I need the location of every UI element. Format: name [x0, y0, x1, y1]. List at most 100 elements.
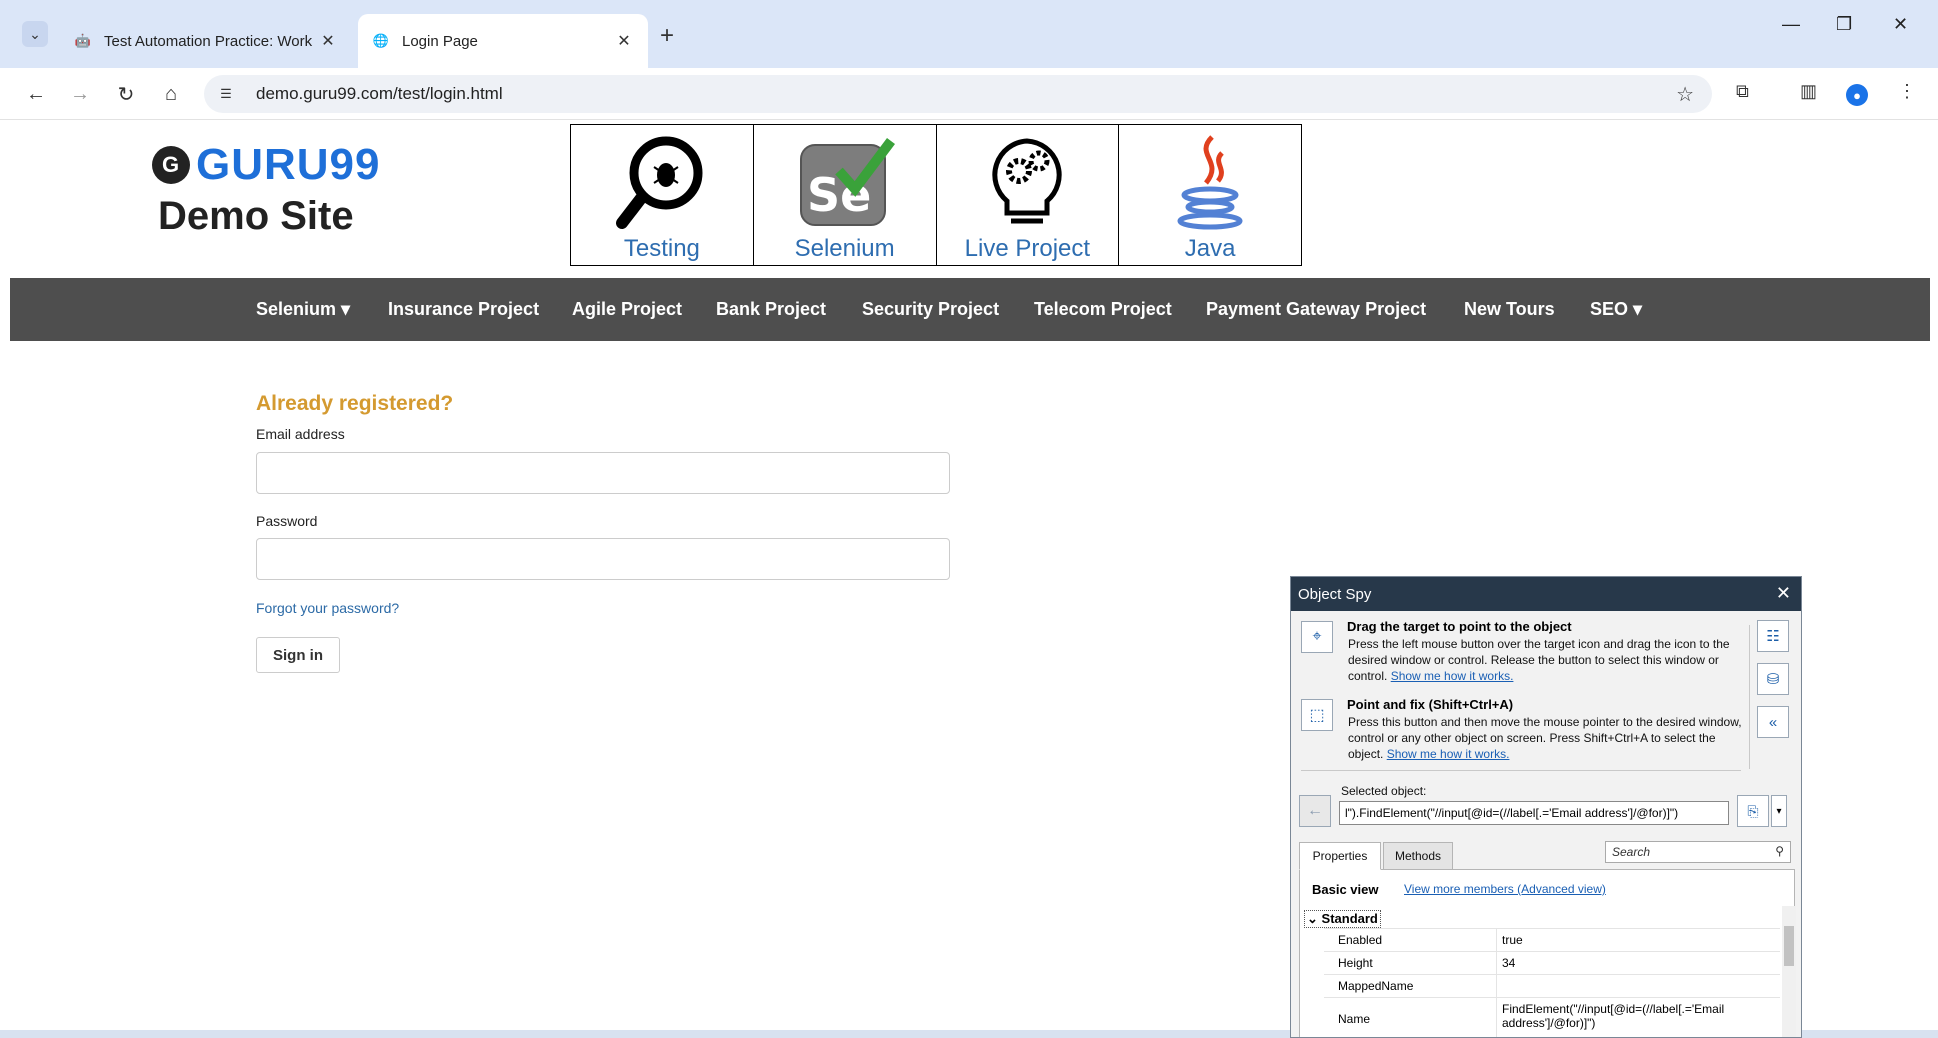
address-bar[interactable]: ☰ demo.guru99.com/test/login.html ☆ — [204, 75, 1712, 113]
home-icon[interactable]: ⌂ — [155, 78, 187, 110]
forgot-password-link[interactable]: Forgot your password? — [256, 600, 399, 616]
back-icon[interactable]: ← — [20, 78, 52, 110]
basic-view-label: Basic view — [1312, 882, 1379, 897]
chevron-down-icon[interactable]: ▾ — [1771, 795, 1787, 827]
banner-live-project[interactable]: Live Project — [937, 125, 1120, 265]
lightbulb-gears-icon — [977, 129, 1077, 233]
logo-subtitle: Demo Site — [158, 194, 354, 238]
browser-toolbar: ← → ↻ ⌂ ☰ demo.guru99.com/test/login.htm… — [0, 68, 1938, 120]
chevron-down-icon: ⌄ — [1307, 911, 1318, 926]
password-field[interactable] — [256, 538, 950, 580]
close-tab-icon[interactable]: ✕ — [318, 31, 338, 51]
divider — [1496, 998, 1497, 1037]
login-heading: Already registered? — [256, 392, 454, 415]
spy-titlebar[interactable]: Object Spy ✕ — [1291, 577, 1801, 611]
java-icon — [1160, 129, 1260, 233]
extensions-icon[interactable]: ⧉ — [1736, 81, 1749, 102]
back-arrow-icon[interactable]: ← — [1299, 795, 1331, 827]
property-row[interactable]: Enabled true — [1324, 928, 1780, 951]
divider — [1496, 929, 1497, 951]
property-row[interactable]: Height 34 — [1324, 951, 1780, 974]
banner-label: Selenium — [794, 235, 895, 262]
property-row[interactable]: Name FindElement("//input[@id=(//label[.… — [1324, 997, 1780, 1037]
scrollbar-thumb[interactable] — [1784, 926, 1794, 966]
drag-help-link[interactable]: Show me how it works. — [1391, 669, 1514, 683]
close-icon[interactable]: ✕ — [1776, 583, 1791, 604]
magnifier-bug-icon — [612, 129, 712, 233]
divider — [1496, 975, 1497, 997]
close-window-icon[interactable]: ✕ — [1893, 14, 1908, 35]
collapse-icon[interactable]: « — [1757, 706, 1789, 738]
url-text[interactable]: demo.guru99.com/test/login.html — [256, 84, 503, 104]
object-tree-icon[interactable]: ☷ — [1757, 620, 1789, 652]
search-input[interactable]: Search ⚲ — [1605, 841, 1791, 863]
banner-selenium[interactable]: Se Selenium — [754, 125, 937, 265]
property-name: Enabled — [1338, 933, 1383, 947]
close-tab-icon[interactable]: ✕ — [614, 31, 634, 51]
browser-tab-bar: ⌄ 🤖 Test Automation Practice: Work ✕ 🌐 L… — [0, 0, 1938, 68]
selected-object-field[interactable]: l").FindElement("//input[@id=(//label[.=… — [1339, 801, 1729, 825]
reload-icon[interactable]: ↻ — [110, 78, 142, 110]
logo-brand-text: GURU99 — [196, 140, 381, 189]
banner-label: Live Project — [964, 235, 1091, 262]
tab-methods[interactable]: Methods — [1383, 842, 1453, 870]
tab-login-page[interactable]: 🌐 Login Page ✕ — [358, 14, 648, 68]
group-label: Standard — [1321, 911, 1378, 926]
copy-icon[interactable]: ⎘ — [1737, 795, 1769, 827]
main-nav: Selenium ▾ Insurance Project Agile Proje… — [10, 278, 1930, 341]
nav-seo[interactable]: SEO ▾ — [1590, 299, 1642, 320]
sign-in-button[interactable]: Sign in — [256, 637, 340, 673]
properties-panel: Basic view View more members (Advanced v… — [1299, 869, 1796, 1037]
robot-favicon-icon: 🤖 — [74, 33, 92, 48]
nav-bank-project[interactable]: Bank Project — [716, 299, 826, 320]
logo-brand: G GURU99 — [152, 140, 381, 190]
nav-agile-project[interactable]: Agile Project — [572, 299, 682, 320]
drag-title: Drag the target to point to the object — [1347, 619, 1572, 634]
nav-telecom-project[interactable]: Telecom Project — [1034, 299, 1172, 320]
divider — [1496, 952, 1497, 974]
nav-selenium[interactable]: Selenium ▾ — [256, 299, 350, 320]
new-tab-icon[interactable]: + — [660, 22, 674, 50]
drag-target-icon[interactable]: ⌖ — [1301, 621, 1333, 653]
side-panel-icon[interactable]: ▥ — [1800, 81, 1817, 102]
drag-description: Press the left mouse button over the tar… — [1348, 637, 1730, 683]
object-spy-window: Object Spy ✕ ⌖ Drag the target to point … — [1290, 576, 1802, 1038]
bookmark-star-icon[interactable]: ☆ — [1676, 82, 1694, 107]
properties-scrollbar[interactable] — [1782, 906, 1796, 1037]
divider — [1749, 625, 1750, 769]
topic-banner: Testing Se Selenium Live Project Java — [570, 124, 1302, 266]
banner-testing[interactable]: Testing — [571, 125, 754, 265]
tab-test-automation[interactable]: 🤖 Test Automation Practice: Work ✕ — [60, 14, 352, 68]
property-name: MappedName — [1338, 979, 1414, 993]
nav-insurance-project[interactable]: Insurance Project — [388, 299, 539, 320]
search-icon[interactable]: ⚲ — [1775, 844, 1784, 858]
object-repository-icon[interactable]: ⛁ — [1757, 663, 1789, 695]
property-value: true — [1502, 933, 1523, 947]
tab-properties[interactable]: Properties — [1299, 842, 1381, 870]
point-help-link[interactable]: Show me how it works. — [1387, 747, 1510, 761]
property-name: Name — [1338, 1012, 1371, 1026]
guru99-mark-icon: G — [152, 146, 190, 184]
spy-title: Object Spy — [1298, 585, 1372, 603]
group-standard[interactable]: ⌄ Standard — [1304, 910, 1381, 928]
banner-java[interactable]: Java — [1119, 125, 1301, 265]
site-info-icon[interactable]: ☰ — [214, 82, 238, 106]
password-label: Password — [256, 513, 318, 529]
restore-icon[interactable]: ❐ — [1836, 14, 1852, 35]
nav-payment-gateway-project[interactable]: Payment Gateway Project — [1206, 299, 1426, 320]
minimize-icon[interactable]: — — [1782, 14, 1800, 35]
guru99-logo[interactable]: G GURU99 Demo Site — [152, 140, 381, 239]
tab-search-button[interactable]: ⌄ — [22, 21, 48, 47]
menu-kebab-icon[interactable]: ⋮ — [1898, 81, 1916, 102]
tab-title: Test Automation Practice: Work — [104, 32, 313, 50]
profile-avatar-icon[interactable]: ● — [1846, 84, 1868, 106]
nav-security-project[interactable]: Security Project — [862, 299, 999, 320]
point-title: Point and fix (Shift+Ctrl+A) — [1347, 697, 1514, 712]
property-row[interactable]: MappedName — [1324, 974, 1780, 997]
point-and-fix-icon[interactable]: ⬚ — [1301, 699, 1333, 731]
nav-new-tours[interactable]: New Tours — [1464, 299, 1555, 320]
forward-icon[interactable]: → — [64, 78, 96, 110]
email-label: Email address — [256, 426, 345, 442]
advanced-view-link[interactable]: View more members (Advanced view) — [1404, 882, 1606, 896]
email-field[interactable] — [256, 452, 950, 494]
